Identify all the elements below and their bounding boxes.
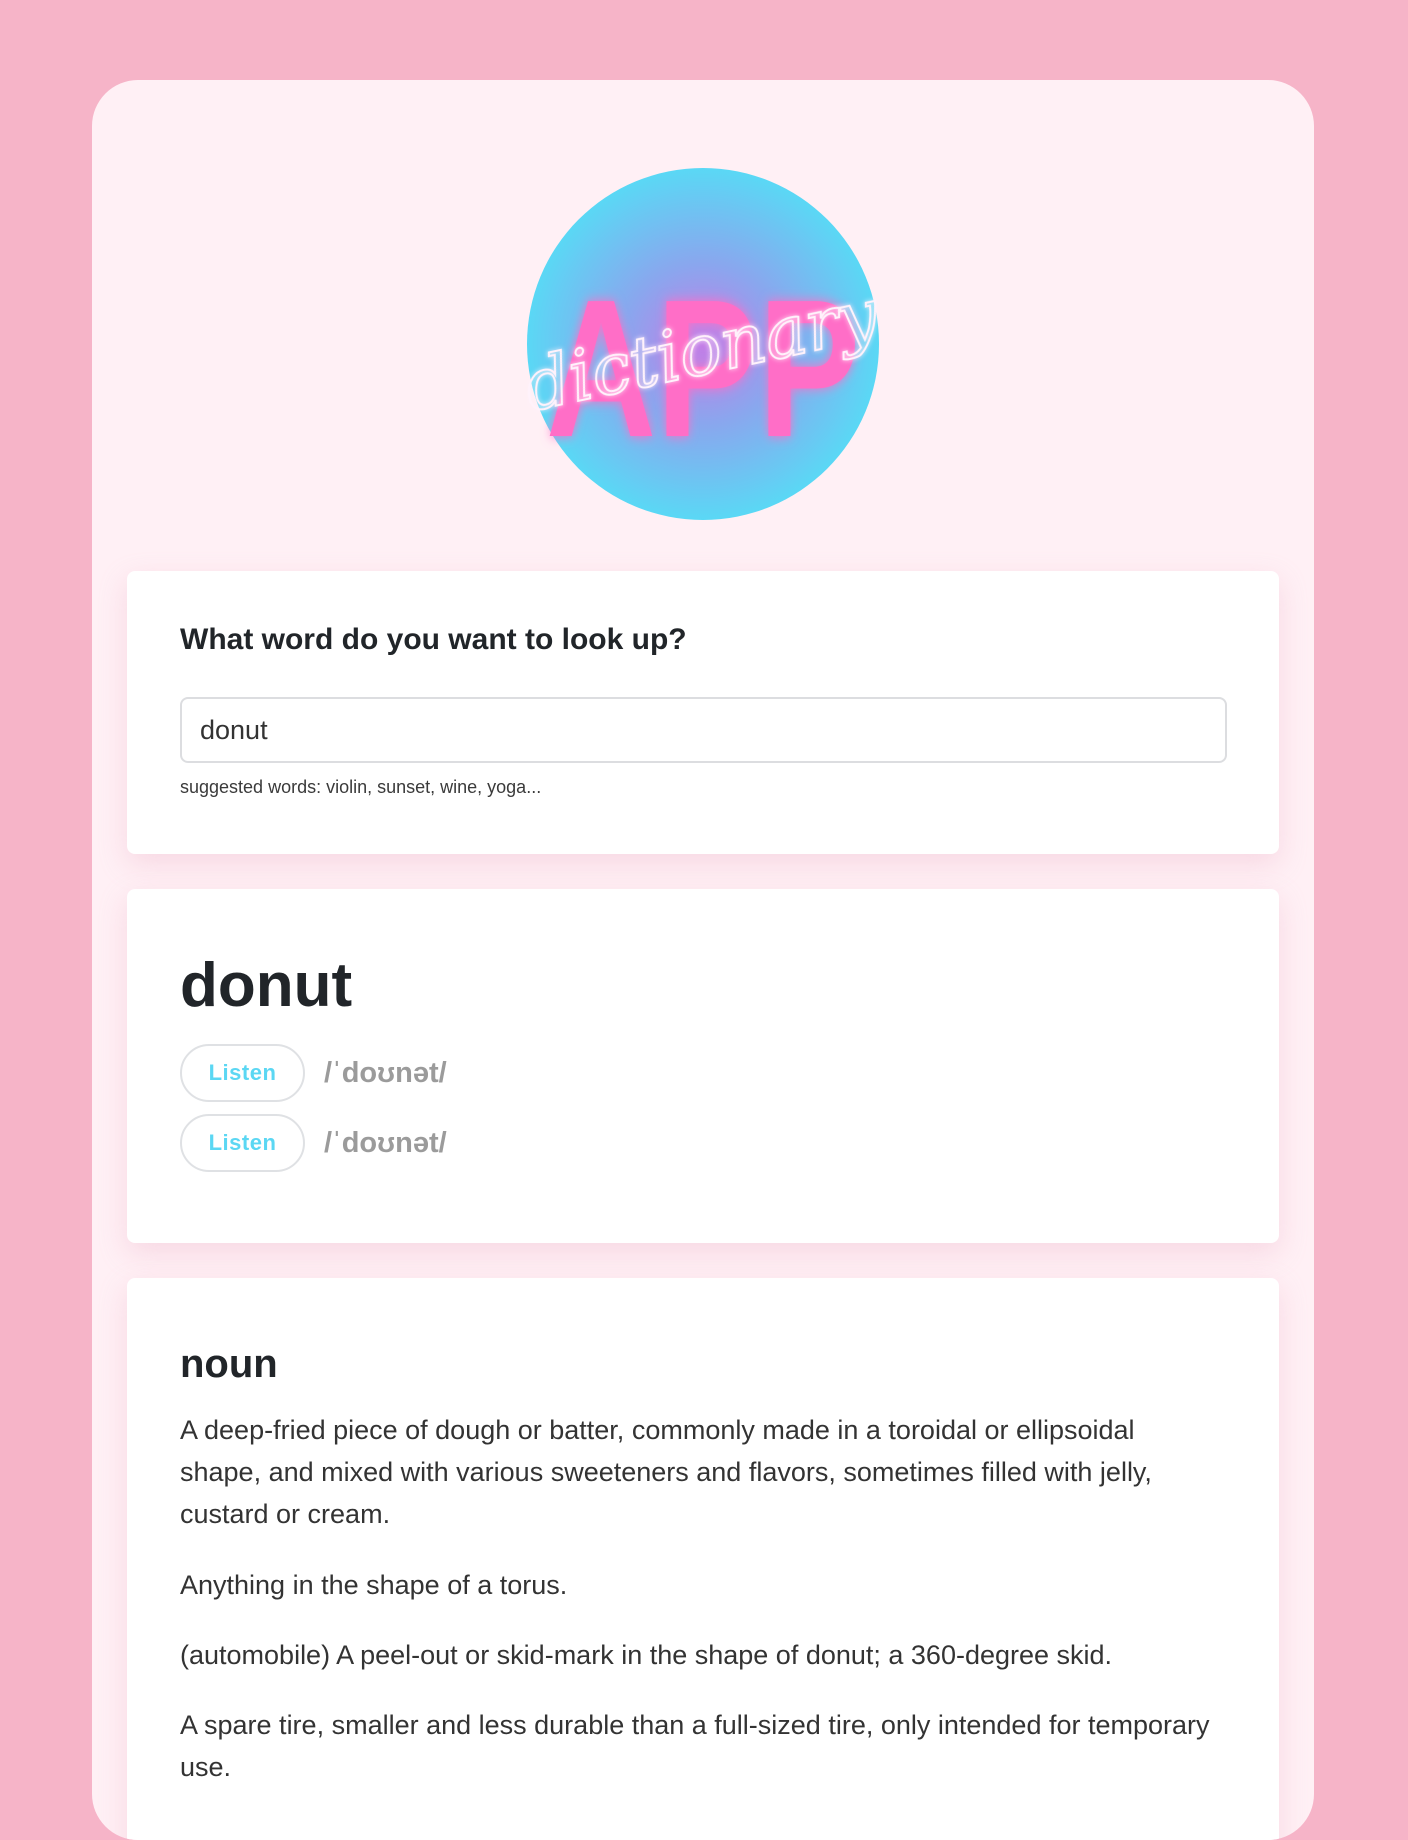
word-title: donut xyxy=(180,951,353,1020)
search-heading: What word do you want to look up? xyxy=(180,623,687,656)
definition-item: A spare tire, smaller and less durable t… xyxy=(180,1710,1210,1782)
logo-graphic: APP dictionary xyxy=(527,168,879,520)
part-of-speech: noun xyxy=(180,1342,278,1386)
phonetic-row: Listen /ˈdoʊnət/ xyxy=(180,1114,447,1172)
search-card: What word do you want to look up? sugges… xyxy=(127,571,1279,854)
app-logo: APP dictionary xyxy=(527,168,879,520)
definition-item: Anything in the shape of a torus. xyxy=(180,1570,568,1600)
listen-button[interactable]: Listen xyxy=(180,1114,305,1172)
search-input[interactable] xyxy=(180,697,1227,763)
word-card: donut Listen /ˈdoʊnət/ Listen /ˈdoʊnət/ xyxy=(127,889,1279,1243)
app-container: APP dictionary What word do you want to … xyxy=(92,80,1314,1840)
definitions-card: noun A deep-fried piece of dough or batt… xyxy=(127,1278,1279,1840)
definition-item: (automobile) A peel-out or skid-mark in … xyxy=(180,1640,1113,1670)
phonetic-row: Listen /ˈdoʊnət/ xyxy=(180,1044,447,1102)
suggested-words-hint: suggested words: violin, sunset, wine, y… xyxy=(180,777,542,797)
listen-button[interactable]: Listen xyxy=(180,1044,305,1102)
phonetic-text: /ˈdoʊnət/ xyxy=(324,1056,447,1089)
phonetic-text: /ˈdoʊnət/ xyxy=(324,1126,447,1159)
definition-item: A deep-fried piece of dough or batter, c… xyxy=(180,1415,1152,1529)
